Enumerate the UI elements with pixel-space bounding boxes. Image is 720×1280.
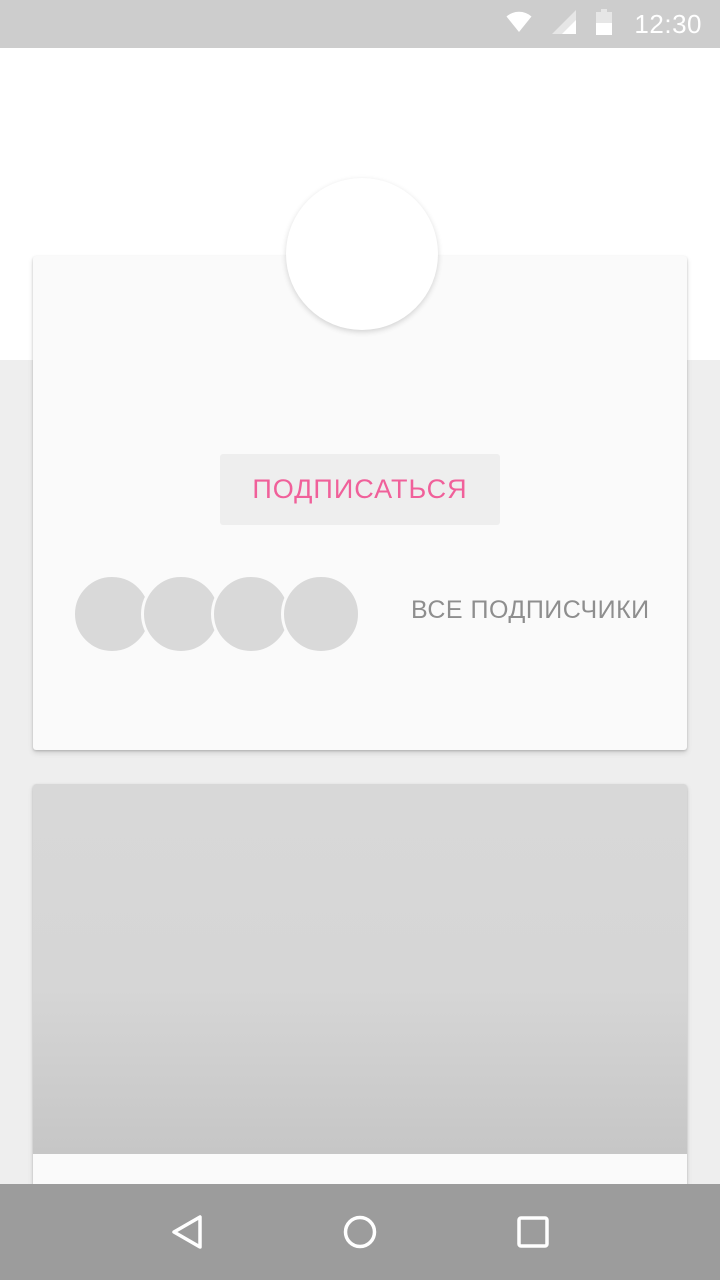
all-followers-link[interactable]: ВСЕ ПОДПИСЧИКИ [411,596,650,625]
back-button[interactable] [157,1202,217,1262]
profile-card: ПОДПИСАТЬСЯ ВСЕ ПОДПИСЧИКИ [33,256,687,750]
post-image-placeholder[interactable] [33,784,687,1154]
home-icon [343,1215,377,1249]
follower-avatar[interactable] [281,574,361,654]
wifi-icon [506,11,532,38]
profile-avatar[interactable] [286,178,438,330]
screen: 12:30 ПОДПИСАТЬСЯ ВСЕ ПОДПИСЧИКИ [0,0,720,1280]
follower-avatar[interactable] [72,574,152,654]
status-bar: 12:30 [0,0,720,48]
post-card[interactable] [33,784,687,1204]
followers-row[interactable]: ВСЕ ПОДПИСЧИКИ [72,574,672,654]
clock: 12:30 [634,8,702,39]
follower-avatar[interactable] [141,574,221,654]
recents-icon [517,1216,550,1248]
follower-avatar[interactable] [211,574,291,654]
recents-button[interactable] [503,1202,563,1262]
back-icon [171,1215,202,1249]
subscribe-button[interactable]: ПОДПИСАТЬСЯ [220,454,500,525]
navigation-bar [0,1184,720,1280]
signal-icon [552,9,577,39]
home-button[interactable] [330,1202,390,1262]
battery-icon [596,8,613,40]
